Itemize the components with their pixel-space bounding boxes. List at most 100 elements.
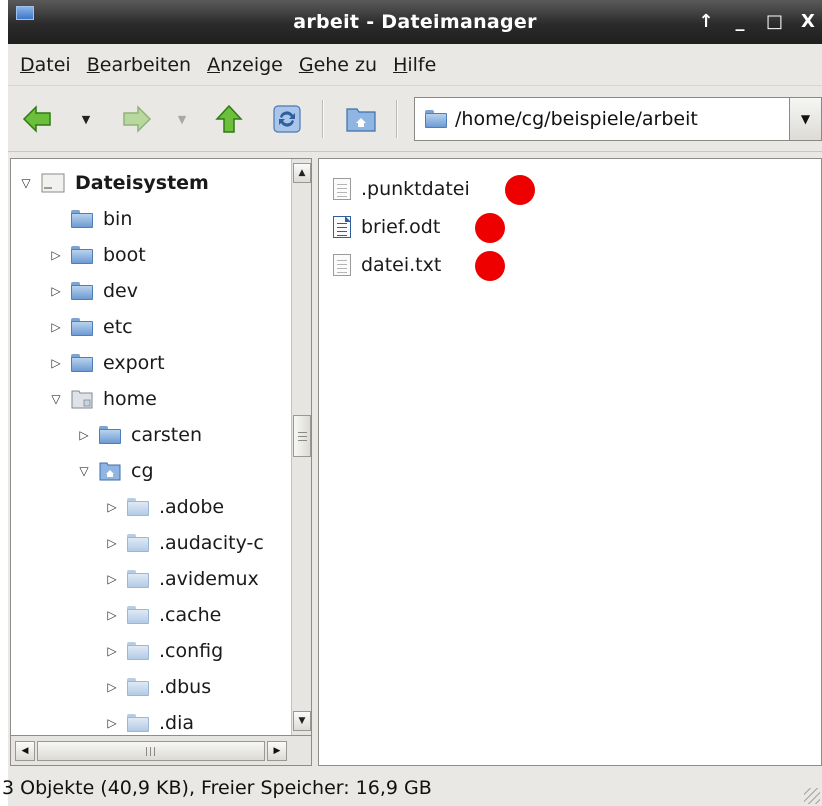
- expander-closed-icon[interactable]: ▷: [77, 428, 91, 442]
- hidden-folder-icon: [127, 570, 149, 588]
- forward-arrow-icon: [123, 105, 152, 133]
- menu-gehe-zu[interactable]: Gehe zu: [293, 54, 387, 76]
- tree-label: etc: [103, 316, 133, 338]
- close-button[interactable]: X: [800, 13, 816, 31]
- file-manager-window: arbeit - Dateimanager ↑ _ □ X Datei Bear…: [2, 0, 822, 806]
- expander-closed-icon[interactable]: ▷: [105, 716, 119, 730]
- hidden-folder-icon: [127, 606, 149, 624]
- scroll-thumb[interactable]: [293, 415, 311, 457]
- status-bar: 3 Objekte (40,9 KB), Freier Speicher: 16…: [2, 770, 822, 806]
- tree-label: .audacity-c: [159, 532, 264, 554]
- file-item-brief-odt[interactable]: brief.odt: [333, 209, 440, 245]
- tree-label: Dateisystem: [75, 172, 209, 194]
- tree-item-cache[interactable]: ▷ .cache: [105, 597, 221, 633]
- tree-item-cg[interactable]: ▽ cg: [77, 453, 154, 489]
- tree-item-etc[interactable]: ▷ etc: [49, 309, 133, 345]
- resize-grip[interactable]: [804, 788, 820, 804]
- folder-icon: [71, 354, 93, 372]
- home-folder-icon: [346, 108, 376, 132]
- folder-icon: [71, 318, 93, 336]
- hidden-folder-icon: [127, 498, 149, 516]
- tree-item-boot[interactable]: ▷ boot: [49, 237, 146, 273]
- minimize-button[interactable]: _: [732, 13, 748, 31]
- reload-button[interactable]: [270, 104, 304, 134]
- tree-item-bin[interactable]: bin: [49, 201, 132, 237]
- up-button[interactable]: [212, 104, 246, 134]
- file-item-punktdatei[interactable]: .punktdatei: [333, 171, 470, 207]
- tree-item-export[interactable]: ▷ export: [49, 345, 165, 381]
- menu-bearbeiten[interactable]: Bearbeiten: [81, 54, 201, 76]
- tree-label: boot: [103, 244, 146, 266]
- tree-item-dateisystem[interactable]: ▽ Dateisystem: [19, 165, 209, 201]
- title-bar[interactable]: arbeit - Dateimanager ↑ _ □ X: [8, 0, 822, 44]
- user-home-folder-icon: [99, 462, 121, 481]
- expander-closed-icon[interactable]: ▷: [105, 572, 119, 586]
- forward-history-dropdown[interactable]: ▼: [174, 104, 190, 134]
- tree-item-carsten[interactable]: ▷ carsten: [77, 417, 202, 453]
- tree-label: .dia: [159, 712, 195, 734]
- folder-icon: [71, 210, 93, 228]
- drive-icon: [41, 173, 65, 193]
- file-name: brief.odt: [361, 216, 441, 238]
- file-list[interactable]: .punktdatei brief.odt datei.txt: [318, 158, 822, 766]
- folder-icon: [71, 246, 93, 264]
- red-marker-dot: [505, 175, 535, 205]
- tree-horizontal-scrollbar[interactable]: ◀ ▶: [10, 736, 312, 766]
- expander-open-icon[interactable]: ▽: [77, 464, 91, 478]
- tree-item-dia[interactable]: ▷ .dia: [105, 705, 195, 735]
- home-button[interactable]: [344, 104, 378, 134]
- menu-anzeige[interactable]: Anzeige: [201, 54, 293, 76]
- tree-item-dev[interactable]: ▷ dev: [49, 273, 138, 309]
- back-history-dropdown[interactable]: ▼: [78, 104, 94, 134]
- directory-tree[interactable]: ▽ Dateisystem bin ▷ boot ▷ dev ▷ etc ▷ e…: [10, 158, 312, 736]
- expander-open-icon[interactable]: ▽: [19, 176, 33, 190]
- folder-icon: [99, 426, 121, 444]
- reload-icon: [273, 105, 301, 133]
- forward-button[interactable]: [120, 104, 154, 134]
- tree-item-dbus[interactable]: ▷ .dbus: [105, 669, 211, 705]
- red-marker-dot: [475, 251, 505, 281]
- up-arrow-icon: [215, 104, 243, 133]
- expander-closed-icon[interactable]: ▷: [105, 536, 119, 550]
- text-file-icon: [333, 178, 351, 200]
- expander-closed-icon[interactable]: ▷: [105, 500, 119, 514]
- tree-label: cg: [131, 460, 154, 482]
- scroll-down-button[interactable]: ▼: [293, 711, 311, 731]
- tree-label: export: [103, 352, 165, 374]
- tree-label: .config: [159, 640, 224, 662]
- expander-closed-icon[interactable]: ▷: [49, 248, 63, 262]
- address-text: /home/cg/beispiele/arbeit: [455, 108, 698, 130]
- expander-closed-icon[interactable]: ▷: [49, 356, 63, 370]
- tree-item-config[interactable]: ▷ .config: [105, 633, 223, 669]
- tree-label: dev: [103, 280, 138, 302]
- expander-closed-icon[interactable]: ▷: [49, 284, 63, 298]
- back-button[interactable]: [20, 104, 54, 134]
- tree-label: .dbus: [159, 676, 212, 698]
- address-dropdown-button[interactable]: ▼: [790, 97, 822, 141]
- tree-item-avidemux[interactable]: ▷ .avidemux: [105, 561, 259, 597]
- menu-hilfe[interactable]: Hilfe: [387, 54, 446, 76]
- expander-closed-icon[interactable]: ▷: [105, 644, 119, 658]
- menu-datei[interactable]: Datei: [14, 54, 81, 76]
- address-bar[interactable]: /home/cg/beispiele/arbeit: [414, 97, 790, 141]
- tree-label: .avidemux: [159, 568, 259, 590]
- restore-button[interactable]: □: [766, 13, 783, 31]
- text-file-icon: [333, 254, 351, 276]
- scroll-up-button[interactable]: ▲: [293, 163, 311, 183]
- tree-item-adobe[interactable]: ▷ .adobe: [105, 489, 224, 525]
- horizontal-scroll-thumb[interactable]: [37, 741, 265, 761]
- scroll-right-button[interactable]: ▶: [267, 741, 287, 761]
- expander-closed-icon[interactable]: ▷: [105, 680, 119, 694]
- odt-document-icon: [333, 216, 351, 238]
- file-name: datei.txt: [361, 254, 442, 276]
- expander-open-icon[interactable]: ▽: [49, 392, 63, 406]
- file-item-datei-txt[interactable]: datei.txt: [333, 247, 441, 283]
- tree-vertical-scrollbar[interactable]: ▲ ▼: [291, 159, 311, 735]
- tree-item-audacity[interactable]: ▷ .audacity-c: [105, 525, 264, 561]
- expander-closed-icon[interactable]: ▷: [105, 608, 119, 622]
- tree-item-home[interactable]: ▽ home: [49, 381, 157, 417]
- scroll-left-button[interactable]: ◀: [15, 741, 35, 761]
- expander-closed-icon[interactable]: ▷: [49, 320, 63, 334]
- toolbar: ▼ ▼ /home/cg/beispiele/arbeit ▼: [8, 86, 822, 152]
- maximize-arrow-button[interactable]: ↑: [698, 13, 714, 31]
